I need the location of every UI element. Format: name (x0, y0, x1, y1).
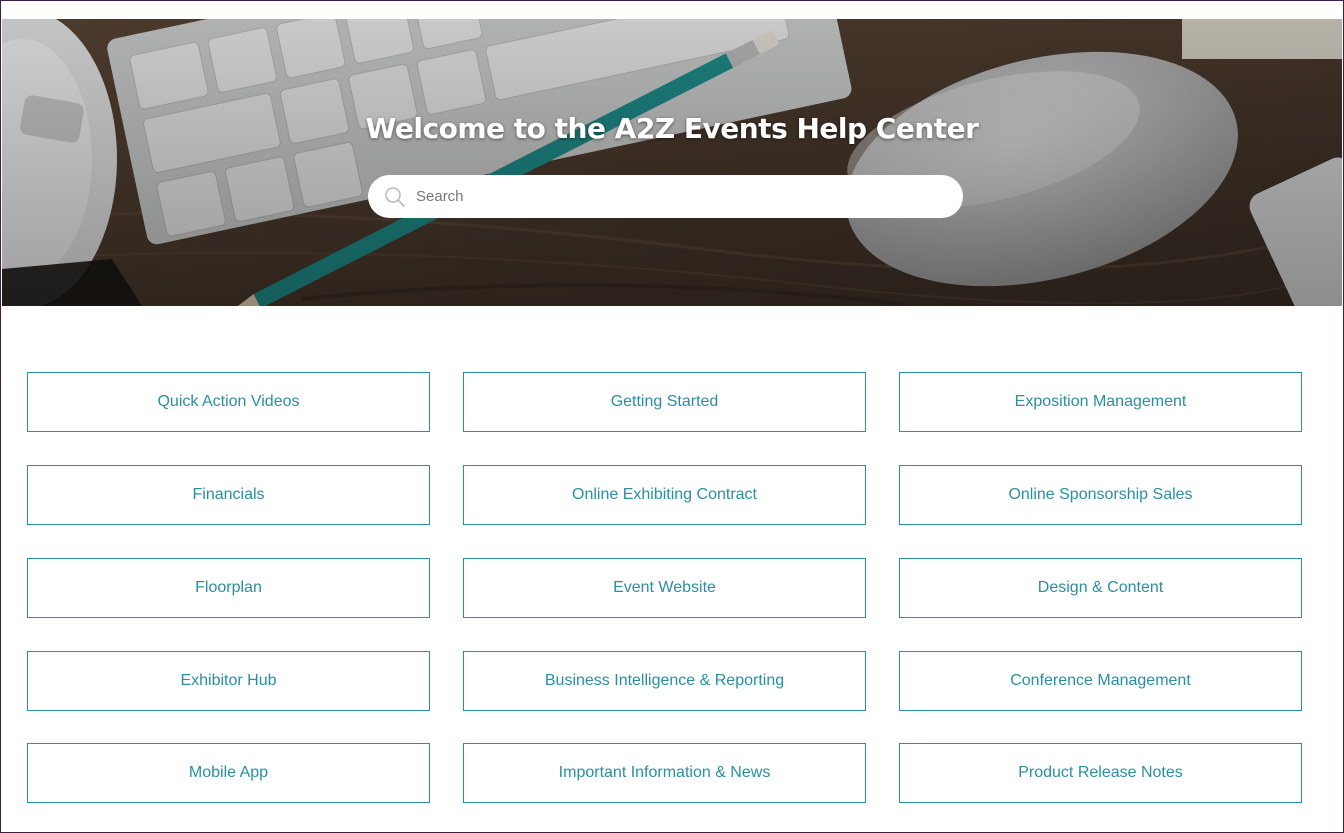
category-quick-action-videos[interactable]: Quick Action Videos (27, 372, 430, 432)
category-mobile-app[interactable]: Mobile App (27, 743, 430, 803)
category-exposition-management[interactable]: Exposition Management (899, 372, 1302, 432)
hero-background-image (2, 19, 1342, 306)
category-business-intelligence-reporting[interactable]: Business Intelligence & Reporting (463, 651, 866, 711)
hero-banner: Welcome to the A2Z Events Help Center (2, 19, 1342, 306)
category-design-content[interactable]: Design & Content (899, 558, 1302, 618)
category-product-release-notes[interactable]: Product Release Notes (899, 743, 1302, 803)
category-financials[interactable]: Financials (27, 465, 430, 525)
category-conference-management[interactable]: Conference Management (899, 651, 1302, 711)
search-icon (384, 186, 406, 208)
category-online-sponsorship-sales[interactable]: Online Sponsorship Sales (899, 465, 1302, 525)
page-title: Welcome to the A2Z Events Help Center (365, 112, 979, 145)
category-getting-started[interactable]: Getting Started (463, 372, 866, 432)
category-important-information-news[interactable]: Important Information & News (463, 743, 866, 803)
page-frame: Welcome to the A2Z Events Help Center Qu… (0, 0, 1344, 833)
search-input[interactable] (414, 187, 938, 206)
category-exhibitor-hub[interactable]: Exhibitor Hub (27, 651, 430, 711)
search-bar[interactable] (368, 175, 963, 218)
category-floorplan[interactable]: Floorplan (27, 558, 430, 618)
category-online-exhibiting-contract[interactable]: Online Exhibiting Contract (463, 465, 866, 525)
category-event-website[interactable]: Event Website (463, 558, 866, 618)
